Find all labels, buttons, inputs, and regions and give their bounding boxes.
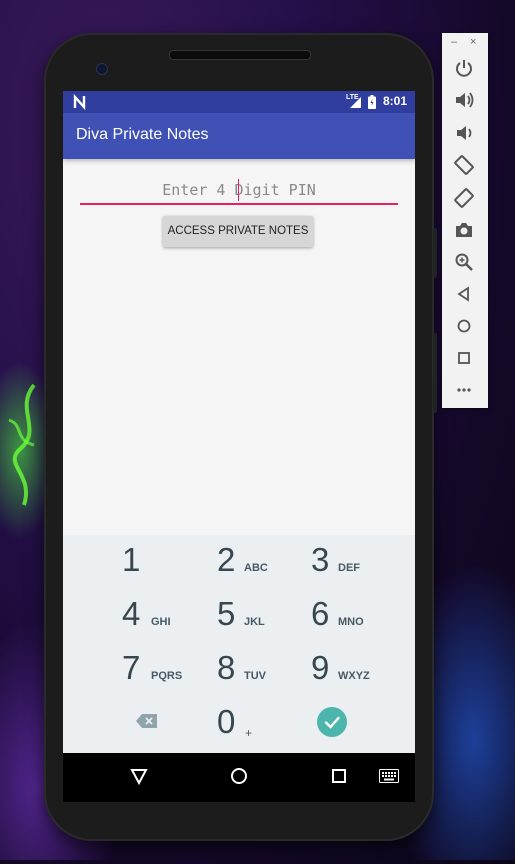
- key-digit: 6: [311, 595, 330, 632]
- zoom-icon[interactable]: [453, 251, 475, 273]
- app-bar: Diva Private Notes: [63, 113, 415, 159]
- key-5[interactable]: 5 JKL: [217, 589, 317, 639]
- pin-input[interactable]: Enter 4 Digit PIN: [80, 179, 398, 205]
- key-3[interactable]: 3 DEF: [311, 535, 411, 585]
- top-speaker: [169, 50, 311, 60]
- key-4[interactable]: 4 GHI: [122, 589, 222, 639]
- access-private-notes-button[interactable]: ACCESS PRIVATE NOTES: [163, 216, 313, 247]
- key-6[interactable]: 6 MNO: [311, 589, 411, 639]
- key-letters: JKL: [244, 616, 265, 628]
- key-letters: WXYZ: [338, 670, 370, 682]
- recents-icon[interactable]: [330, 767, 348, 785]
- key-digit: 7: [122, 649, 141, 686]
- emulator-toolbar: – ×: [442, 33, 488, 408]
- volume-down-icon[interactable]: [453, 122, 475, 144]
- key-digit: 5: [217, 595, 236, 632]
- key-plus: +: [245, 726, 253, 740]
- key-8[interactable]: 8 TUV: [217, 643, 317, 693]
- key-digit: 3: [311, 541, 330, 578]
- volume-rocker: [433, 333, 437, 413]
- key-digit: 2: [217, 541, 236, 578]
- key-digit: 4: [122, 595, 141, 632]
- minimize-button[interactable]: –: [451, 36, 457, 48]
- key-digit: 9: [311, 649, 330, 686]
- key-digit: 0: [217, 703, 236, 740]
- back-icon[interactable]: [130, 767, 148, 785]
- lte-label: LTE: [346, 94, 359, 101]
- key-letters: DEF: [338, 562, 360, 574]
- key-1[interactable]: 1: [122, 535, 222, 585]
- key-2[interactable]: 2 ABC: [217, 535, 317, 585]
- device-screen: LTE 8:01 Diva Private Notes Enter 4 Digi…: [63, 91, 415, 802]
- navigation-bar: [63, 753, 415, 802]
- rotate-left-icon[interactable]: [453, 154, 475, 176]
- pin-input-underline: [80, 203, 398, 205]
- key-0[interactable]: 0 +: [217, 697, 317, 747]
- razer-logo-icon: [8, 383, 36, 506]
- side-button: [433, 228, 437, 278]
- pin-placeholder: Enter 4 Digit PIN: [162, 181, 316, 199]
- camera-icon[interactable]: [453, 219, 475, 241]
- back-icon[interactable]: [453, 283, 475, 305]
- status-time: 8:01: [383, 94, 408, 108]
- home-icon[interactable]: [230, 767, 248, 785]
- battery-icon: [368, 95, 376, 109]
- key-letters: GHI: [151, 616, 171, 628]
- volume-up-icon[interactable]: [453, 89, 475, 111]
- key-letters: MNO: [338, 616, 364, 628]
- done-button[interactable]: [317, 707, 347, 737]
- key-letters: PQRS: [151, 670, 183, 682]
- power-icon[interactable]: [453, 57, 475, 79]
- front-camera: [96, 63, 108, 75]
- close-button[interactable]: ×: [470, 36, 476, 48]
- key-digit: 1: [122, 541, 141, 578]
- backspace-icon[interactable]: [136, 713, 158, 729]
- rotate-right-icon[interactable]: [453, 187, 475, 209]
- check-icon: [324, 716, 340, 729]
- keyboard-icon[interactable]: [379, 769, 399, 783]
- key-7[interactable]: 7 PQRS: [122, 643, 222, 693]
- status-bar: LTE 8:01: [63, 91, 415, 113]
- key-letters: TUV: [244, 670, 266, 682]
- numeric-keypad: 1 2 ABC 3 DEF 4 GHI 5 JKL 6 MNO 7 PQRS 8…: [63, 535, 415, 753]
- app-title: Diva Private Notes: [76, 126, 209, 143]
- text-cursor: [238, 179, 239, 201]
- notification-n-icon: [73, 94, 86, 110]
- key-9[interactable]: 9 WXYZ: [311, 643, 411, 693]
- overview-icon[interactable]: [453, 347, 475, 369]
- key-letters: ABC: [244, 562, 268, 574]
- more-icon[interactable]: [453, 379, 475, 401]
- home-icon[interactable]: [453, 315, 475, 337]
- key-digit: 8: [217, 649, 236, 686]
